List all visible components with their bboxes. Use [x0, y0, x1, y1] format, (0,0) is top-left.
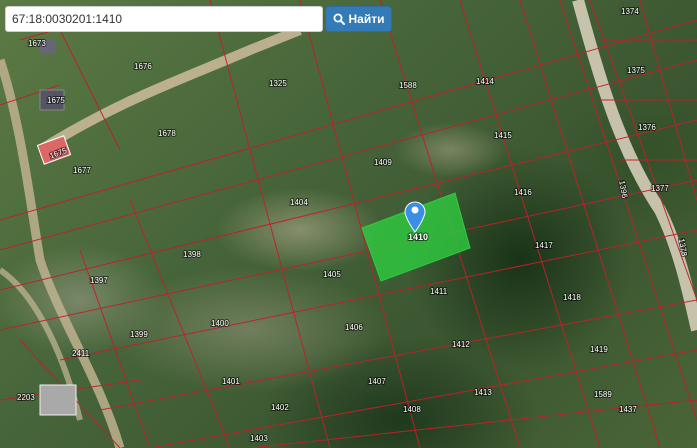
- parcel-label: 1404: [290, 198, 308, 207]
- parcel-label: 1413: [474, 388, 492, 397]
- parcel-label: 1398: [183, 250, 201, 259]
- search-button[interactable]: Найти: [325, 6, 392, 32]
- parcel-label: 1417: [535, 241, 553, 250]
- building: [39, 384, 77, 416]
- parcel-label: 1411: [430, 287, 448, 296]
- map-view[interactable]: 1673 1676 1675 1325 1588 1414 1374 1375 …: [0, 0, 697, 448]
- parcel-label: 1676: [134, 62, 152, 71]
- parcel-label: 1374: [621, 7, 639, 16]
- parcel-label: 1375: [627, 66, 645, 75]
- parcel-label: 1407: [368, 377, 386, 386]
- parcel-label: 1409: [374, 158, 392, 167]
- parcel-label: 1419: [590, 345, 608, 354]
- parcel-label: 2411: [72, 349, 90, 358]
- map-canvas[interactable]: 1673 1676 1675 1325 1588 1414 1374 1375 …: [0, 0, 697, 448]
- parcel-label: 1414: [476, 77, 494, 86]
- parcel-label: 1416: [514, 188, 532, 197]
- parcel-label: 1678: [158, 129, 176, 138]
- search-input[interactable]: [5, 6, 323, 32]
- parcel-label: 1418: [563, 293, 581, 302]
- parcel-label: 1402: [271, 403, 289, 412]
- parcel-label: 1408: [403, 405, 421, 414]
- parcel-label: 1588: [399, 81, 417, 90]
- parcel-label: 2203: [17, 393, 35, 402]
- parcel-label: 1400: [211, 319, 229, 328]
- parcel-label: 1412: [452, 340, 470, 349]
- parcel-label: 1376: [638, 123, 656, 132]
- search-icon: [333, 13, 345, 25]
- parcel-label: 1397: [90, 276, 108, 285]
- parcel-label: 1437: [619, 405, 637, 414]
- search-button-label: Найти: [348, 12, 385, 26]
- parcel-label: 1377: [651, 184, 669, 193]
- parcel-label: 1406: [345, 323, 363, 332]
- parcel-label: 1399: [130, 330, 148, 339]
- parcel-label: 1673: [28, 39, 46, 48]
- parcel-label: 1677: [73, 166, 91, 175]
- parcel-label: 1401: [222, 377, 240, 386]
- parcel-label: 1403: [250, 434, 268, 443]
- parcel-label: 1589: [594, 390, 612, 399]
- parcel-label: 1405: [323, 270, 341, 279]
- parcel-label: 1675: [47, 96, 65, 105]
- parcel-label: 1325: [269, 79, 287, 88]
- selected-parcel-label: 1410: [408, 232, 428, 242]
- parcel-label: 1415: [494, 131, 512, 140]
